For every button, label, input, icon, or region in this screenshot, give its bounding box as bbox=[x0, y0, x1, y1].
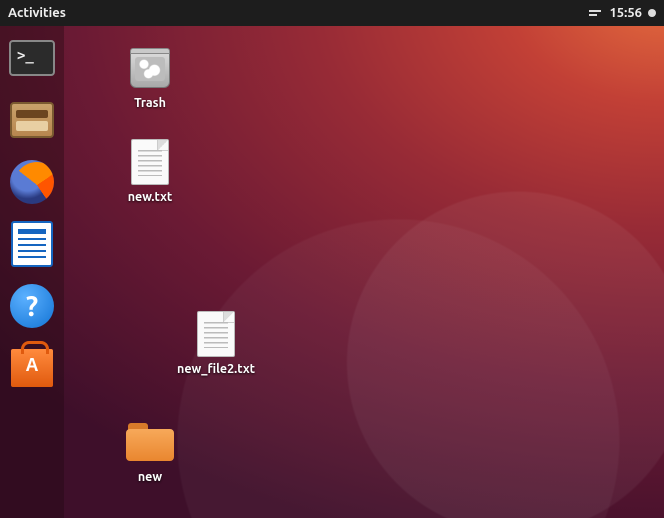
dock-item-files[interactable] bbox=[8, 96, 56, 144]
dock-item-terminal[interactable] bbox=[8, 34, 56, 82]
folder-icon bbox=[126, 418, 174, 466]
dock-item-firefox[interactable] bbox=[8, 158, 56, 206]
desktop-icon-trash[interactable]: Trash bbox=[106, 44, 194, 110]
help-icon: ? bbox=[10, 284, 54, 328]
ubuntu-software-icon bbox=[11, 349, 53, 387]
desktop[interactable]: Trash new.txt new_file2.txt new bbox=[64, 26, 664, 518]
dock-item-help[interactable]: ? bbox=[8, 282, 56, 330]
clock-label: 15:56 bbox=[609, 6, 642, 20]
dock: ? bbox=[0, 26, 64, 518]
icon-label: Trash bbox=[134, 96, 166, 110]
icon-label: new_file2.txt bbox=[177, 362, 255, 376]
firefox-icon bbox=[10, 160, 54, 204]
libreoffice-writer-icon bbox=[11, 221, 53, 267]
dock-item-writer[interactable] bbox=[8, 220, 56, 268]
text-file-icon bbox=[126, 138, 174, 186]
desktop-icon-new-txt[interactable]: new.txt bbox=[106, 138, 194, 204]
icon-label: new.txt bbox=[128, 190, 173, 204]
desktop-icon-new-file2[interactable]: new_file2.txt bbox=[172, 310, 260, 376]
trash-icon bbox=[126, 44, 174, 92]
dock-item-software[interactable] bbox=[8, 344, 56, 392]
network-icon bbox=[589, 8, 603, 18]
activities-button[interactable]: Activities bbox=[8, 6, 66, 20]
terminal-icon bbox=[9, 40, 55, 76]
text-file-icon bbox=[192, 310, 240, 358]
top-bar: Activities 15:56 bbox=[0, 0, 664, 26]
desktop-icon-new-folder[interactable]: new bbox=[106, 418, 194, 484]
icon-label: new bbox=[138, 470, 162, 484]
status-area[interactable]: 15:56 bbox=[589, 6, 656, 20]
files-icon bbox=[10, 102, 54, 138]
status-indicator-icon bbox=[648, 9, 656, 17]
